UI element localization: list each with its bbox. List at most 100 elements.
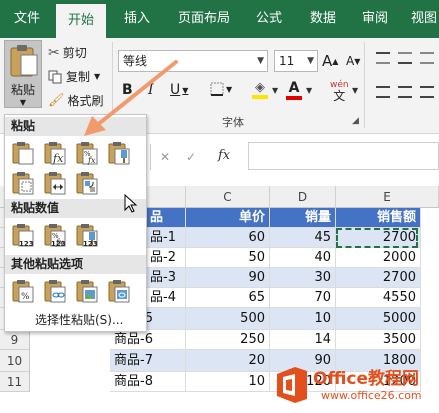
clipboard-icon [10, 45, 38, 77]
table-cell-name[interactable]: 品-2 [146, 248, 186, 268]
table-cell-price[interactable]: 90 [186, 268, 270, 288]
table-cell-qty[interactable]: 14 [270, 330, 336, 350]
copy-button[interactable]: 复制 ▼ [48, 68, 100, 85]
underline-button[interactable]: U ▼ [170, 82, 188, 98]
dialog-launcher-icon[interactable]: ◢ [352, 116, 359, 126]
chevron-down-icon: ▼ [19, 98, 27, 107]
table-cell-name[interactable]: 品-1 [146, 228, 186, 248]
paste-linked-picture-icon[interactable] [107, 279, 131, 303]
font-color-button[interactable]: A [286, 80, 302, 100]
align-bottom-icon[interactable] [420, 52, 434, 64]
row-header[interactable]: 11 [0, 372, 30, 392]
row-header[interactable]: 9 [0, 330, 30, 350]
font-size-value: 11 [279, 54, 295, 68]
table-header-cell[interactable]: 销量 [270, 208, 336, 228]
italic-button[interactable]: I [148, 82, 154, 98]
table-cell-price[interactable]: 65 [186, 288, 270, 308]
table-cell-qty[interactable]: 40 [270, 248, 336, 268]
table-cell-price[interactable]: 250 [186, 330, 270, 350]
table-cell-price[interactable]: 500 [186, 308, 270, 330]
format-painter-button[interactable]: 🖌 格式刷 [48, 92, 104, 109]
borders-button[interactable]: ▼ [210, 82, 232, 96]
table-header-cell[interactable]: 单价 [186, 208, 270, 228]
font-size-select[interactable]: 11 ▼ [274, 50, 318, 72]
mouse-cursor-icon [124, 194, 138, 213]
align-right-icon[interactable] [420, 86, 434, 98]
column-header-e[interactable]: E [336, 186, 439, 208]
table-cell-price[interactable]: 10 [186, 372, 270, 392]
paste-formulas-icon[interactable]: fx [43, 141, 67, 165]
paste-picture-icon[interactable] [75, 279, 99, 303]
chevron-down-icon[interactable]: ▼ [306, 86, 312, 95]
table-header-cell[interactable]: 品 [146, 208, 186, 228]
table-cell-price[interactable]: 50 [186, 248, 270, 268]
phonetic-guide-button[interactable]: wén 文 [330, 80, 349, 102]
tab-data[interactable]: 数据 [298, 0, 348, 38]
cancel-icon[interactable]: ✕ [160, 150, 170, 164]
paste-no-borders-icon[interactable] [11, 171, 35, 195]
svg-text:%: % [21, 292, 30, 302]
chevron-down-icon: ▼ [94, 72, 101, 81]
chevron-down-icon[interactable]: ▼ [352, 86, 358, 95]
chevron-down-icon: ▼ [182, 85, 189, 95]
table-cell-qty[interactable]: 30 [270, 268, 336, 288]
paste-values-source-format-icon[interactable]: 123 [75, 223, 99, 247]
paste-transpose-icon[interactable] [75, 171, 99, 195]
table-cell-qty[interactable]: 70 [270, 288, 336, 308]
table-cell-name[interactable]: 品-3 [146, 268, 186, 288]
table-cell-sales[interactable]: 4550 [336, 288, 421, 308]
tab-home[interactable]: 开始 [56, 4, 106, 38]
table-cell-qty[interactable]: 45 [270, 228, 336, 248]
table-cell-price[interactable]: 60 [186, 228, 270, 248]
bold-button[interactable]: B [122, 82, 133, 98]
align-top-icon[interactable] [376, 52, 390, 64]
table-cell-price[interactable]: 20 [186, 350, 270, 372]
svg-text:123: 123 [83, 240, 98, 247]
paste-values-icon[interactable]: 123 [11, 223, 35, 247]
formula-input[interactable] [248, 142, 439, 170]
grow-font-button[interactable]: A ▲ [322, 52, 338, 70]
confirm-icon[interactable]: ✓ [186, 150, 196, 164]
row-header[interactable]: 10 [0, 350, 30, 372]
paste-link-icon[interactable] [43, 279, 67, 303]
align-center-icon[interactable] [398, 86, 412, 98]
table-cell-sales[interactable]: 2700 [336, 268, 421, 288]
paste-keep-column-widths-icon[interactable] [43, 171, 67, 195]
tab-review[interactable]: 审阅 [350, 0, 400, 38]
table-cell-qty[interactable]: 10 [270, 308, 336, 330]
paste-button[interactable]: 粘贴 ▼ [4, 40, 42, 108]
tab-insert[interactable]: 插入 [110, 0, 164, 38]
paste-icon[interactable] [11, 141, 35, 165]
table-cell-sales[interactable]: 3500 [336, 330, 421, 350]
column-header-c[interactable]: C [186, 186, 270, 208]
copy-icon [48, 70, 62, 83]
table-cell-sales[interactable]: 5000 [336, 308, 421, 330]
paste-values-number-format-icon[interactable]: %fx123 [43, 223, 67, 247]
tab-view[interactable]: 视图 [404, 0, 439, 38]
tab-file[interactable]: 文件 [0, 0, 54, 38]
paste-special-item[interactable]: 选择性粘贴(S)... [5, 311, 146, 329]
fill-color-button[interactable]: ◈ [252, 80, 268, 99]
column-header-d[interactable]: D [270, 186, 336, 208]
table-cell-name[interactable]: 商品-7 [110, 350, 186, 372]
table-cell-name[interactable]: 商品-8 [110, 372, 186, 392]
paste-formulas-number-format-icon[interactable]: %fx [75, 141, 99, 165]
tab-page-layout[interactable]: 页面布局 [168, 0, 240, 38]
table-header-cell[interactable]: 销售额 [336, 208, 421, 228]
paste-label: 粘贴 [10, 83, 35, 97]
shrink-font-button[interactable]: A ▼ [346, 54, 360, 68]
align-left-icon[interactable] [376, 86, 390, 98]
paste-keep-source-format-icon[interactable] [107, 141, 131, 165]
cut-label: 剪切 [62, 46, 87, 60]
insert-function-icon[interactable]: fx [218, 148, 230, 163]
table-cell-sales[interactable]: 2000 [336, 248, 421, 268]
tab-formulas[interactable]: 公式 [244, 0, 294, 38]
font-name-select[interactable]: 等线 ▼ [118, 50, 268, 72]
office-logo-icon [277, 367, 307, 403]
chevron-down-icon[interactable]: ▼ [272, 86, 278, 95]
table-cell-name[interactable]: 品-4 [146, 288, 186, 308]
cut-button[interactable]: ✂ 剪切 [48, 44, 87, 61]
table-cell-name[interactable]: 商品-6 [110, 330, 186, 350]
paste-formatting-icon[interactable]: % [11, 279, 35, 303]
align-middle-icon[interactable] [398, 52, 412, 64]
